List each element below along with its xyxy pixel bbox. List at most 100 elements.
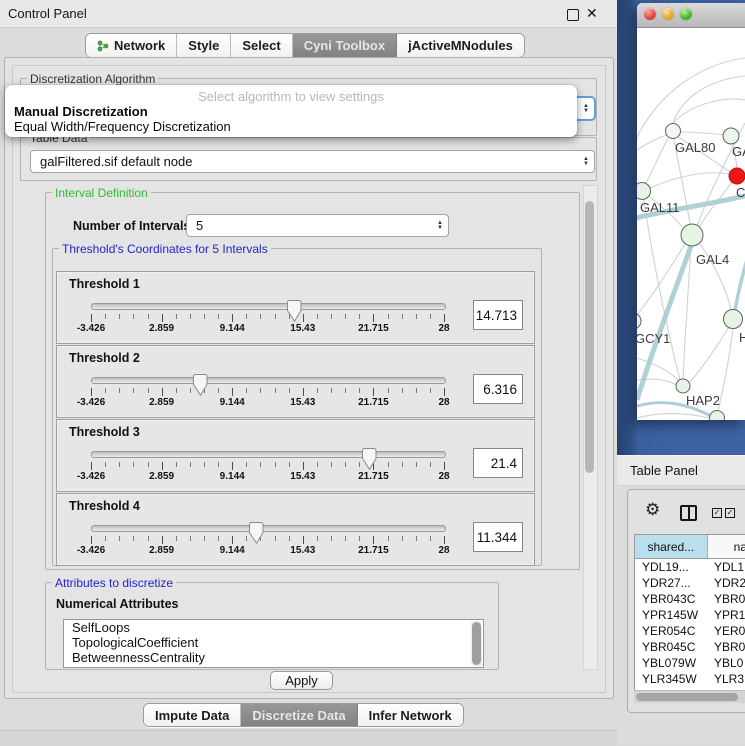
tab-infer-network[interactable]: Infer Network — [358, 704, 463, 726]
network-node-gal80[interactable] — [666, 124, 681, 139]
slider-tick — [246, 462, 247, 467]
threshold-value-field[interactable]: 11.344 — [473, 522, 523, 552]
tab-select[interactable]: Select — [231, 34, 292, 57]
threshold-slider-thumb[interactable] — [249, 522, 264, 544]
table-cell[interactable]: YPR145W — [635, 608, 709, 622]
threshold-slider-track[interactable] — [91, 377, 446, 384]
tab-label: jActiveMNodules — [408, 38, 513, 53]
checkbox-icon[interactable]: ✓ — [712, 508, 722, 518]
tab-discretize-data[interactable]: Discretize Data — [241, 704, 357, 726]
gear-icon[interactable]: ⚙ — [645, 500, 660, 520]
table-row[interactable]: YLR345WYLR3 — [635, 671, 745, 687]
table-cell[interactable]: YDR27... — [635, 576, 709, 590]
settings-vertical-scrollbar-thumb[interactable] — [585, 201, 594, 473]
table-data-combobox[interactable]: galFiltered.sif default node ▲▼ — [30, 150, 595, 173]
slider-tick — [345, 388, 346, 393]
threshold-slider-thumb[interactable] — [193, 374, 208, 396]
column-header-name[interactable]: na — [708, 535, 745, 558]
attribute-item-topologicalcoefficient[interactable]: TopologicalCoefficient — [64, 635, 483, 650]
tab-cyni-toolbox[interactable]: Cyni Toolbox — [293, 34, 397, 57]
algorithm-option-manual-discretization[interactable]: Manual Discretization — [14, 104, 148, 119]
table-cell[interactable]: YBR0 — [709, 640, 745, 654]
threshold-slider-thumb[interactable] — [362, 448, 377, 470]
tab-network[interactable]: Network — [86, 34, 177, 57]
network-canvas[interactable]: GAL80GACGAL11GAL4GCY1HHAP2 — [637, 28, 745, 420]
close-traffic-light-icon[interactable] — [644, 8, 656, 20]
threshold-slider-thumb[interactable] — [287, 300, 302, 322]
table-row[interactable]: YER054CYER0 — [635, 623, 745, 639]
network-node-hap2[interactable] — [676, 379, 690, 393]
network-node-ga[interactable] — [723, 128, 739, 144]
table-cell[interactable]: YBR043C — [635, 592, 709, 606]
table-cell[interactable]: YPR1 — [709, 608, 745, 622]
table-cell[interactable]: YBR0 — [709, 592, 745, 606]
table-row[interactable]: YBL079WYBL0 — [635, 655, 745, 671]
table-cell[interactable]: YDL1 — [709, 560, 745, 574]
number-of-intervals-combobox[interactable]: 5 ▲▼ — [186, 214, 449, 237]
table-cell[interactable]: YDR2 — [709, 576, 745, 590]
tab-impute-data[interactable]: Impute Data — [144, 704, 241, 726]
settings-vertical-scrollbar[interactable] — [583, 185, 598, 670]
threshold-slider-track[interactable] — [91, 525, 446, 532]
table-row[interactable]: YDL19...YDL1 — [635, 559, 745, 575]
slider-tick — [275, 536, 276, 541]
combo-arrows-icon: ▲▼ — [583, 157, 589, 167]
table-horizontal-scrollbar-thumb[interactable] — [636, 693, 738, 701]
table-cell[interactable]: YER0 — [709, 624, 745, 638]
table-cell[interactable]: YBL079W — [635, 656, 709, 670]
slider-tick — [388, 388, 389, 393]
network-window-titlebar[interactable] — [637, 3, 745, 28]
table-horizontal-scrollbar[interactable] — [634, 690, 745, 703]
table-row[interactable]: YDR27...YDR2 — [635, 575, 745, 591]
threshold-value-field[interactable]: 14.713 — [473, 300, 523, 330]
close-icon[interactable]: ✕ — [586, 5, 598, 22]
network-node[interactable] — [710, 411, 725, 421]
float-window-icon[interactable] — [567, 9, 579, 21]
table-cell[interactable]: YBL0 — [709, 656, 745, 670]
zoom-traffic-light-icon[interactable] — [680, 8, 692, 20]
slider-tick — [430, 388, 431, 393]
split-columns-icon[interactable] — [680, 505, 697, 521]
threshold-value-field[interactable]: 6.316 — [473, 374, 523, 404]
slider-tick — [275, 314, 276, 319]
table-row[interactable]: YBR045CYBR0 — [635, 639, 745, 655]
table-cell[interactable]: YLR345W — [635, 672, 709, 686]
table-cell[interactable]: YDL19... — [635, 560, 709, 574]
tab-style[interactable]: Style — [177, 34, 231, 57]
table-row[interactable]: YBR043CYBR0 — [635, 591, 745, 607]
slider-tick — [359, 536, 360, 541]
numerical-attributes-list[interactable]: SelfLoopsTopologicalCoefficientBetweenne… — [63, 619, 484, 668]
slider-tick — [232, 462, 233, 470]
table-row[interactable]: YPR145WYPR1 — [635, 607, 745, 623]
column-header-shared[interactable]: shared... — [635, 535, 708, 558]
table-cell[interactable]: YER054C — [635, 624, 709, 638]
slider-tick — [119, 536, 120, 541]
table-cell[interactable]: YLR3 — [709, 672, 745, 686]
table-cell[interactable]: YBR045C — [635, 640, 709, 654]
network-node-gcy1[interactable] — [637, 313, 641, 329]
tab-jactivemnodules[interactable]: jActiveMNodules — [397, 34, 524, 57]
attribute-item-betweennesscentrality[interactable]: BetweennessCentrality — [64, 650, 483, 665]
checkbox-icon[interactable]: ✓ — [725, 508, 735, 518]
minimize-traffic-light-icon[interactable] — [662, 8, 674, 20]
slider-tick — [119, 462, 120, 467]
threshold-slider-track[interactable] — [91, 303, 446, 310]
threshold-label: Threshold 3 — [69, 425, 140, 439]
slider-tick — [133, 536, 134, 541]
threshold-value-field[interactable]: 21.4 — [473, 448, 523, 478]
tab-label: Style — [188, 38, 219, 53]
slider-tick-label: -3.426 — [77, 471, 105, 482]
algorithm-option-equal-width-frequency[interactable]: Equal Width/Frequency Discretization — [14, 119, 231, 134]
network-node-gal4[interactable] — [681, 224, 703, 246]
network-node-gal11[interactable] — [637, 183, 651, 200]
network-node-h[interactable] — [724, 310, 743, 329]
attributes-list-scrollbar-thumb[interactable] — [472, 622, 481, 665]
node-label: GAL80 — [675, 140, 715, 155]
attribute-item-selfloops[interactable]: SelfLoops — [64, 620, 483, 635]
slider-tick — [162, 462, 163, 470]
attributes-list-scrollbar[interactable] — [471, 621, 482, 666]
slider-tick — [162, 314, 163, 322]
network-node-c[interactable] — [729, 168, 745, 184]
apply-button[interactable]: Apply — [270, 671, 333, 690]
threshold-slider-track[interactable] — [91, 451, 446, 458]
